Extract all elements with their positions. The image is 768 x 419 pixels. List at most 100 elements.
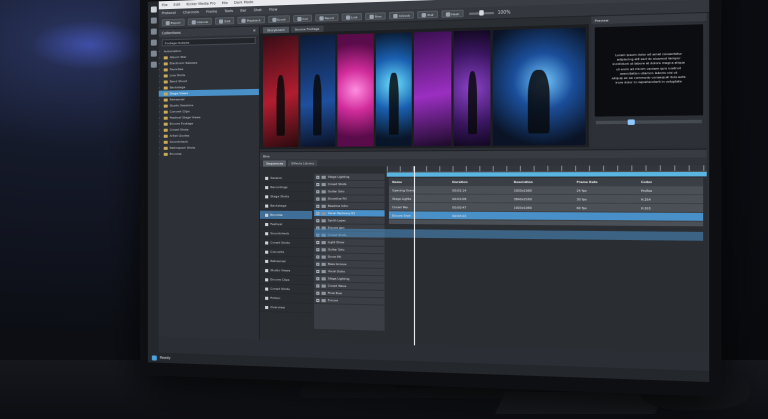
track-label[interactable]: Session <box>260 174 312 183</box>
frame-thumbnail[interactable] <box>376 32 412 146</box>
toolbar-button-pencil[interactable]: Pencil <box>315 14 338 22</box>
grid-header-cell[interactable]: Resolution <box>510 178 573 186</box>
toolbar-button-pull[interactable]: Pull <box>418 11 438 19</box>
checkbox[interactable] <box>316 183 319 186</box>
chevron-right-icon: › <box>159 86 162 90</box>
grid-header-cell[interactable]: Frame Rate <box>573 178 637 186</box>
menu-item-flow[interactable]: Flow <box>269 7 277 11</box>
checkbox[interactable] <box>316 219 319 222</box>
timeline-range-bar[interactable] <box>387 172 707 177</box>
folder-icon <box>164 110 168 113</box>
performer-figure <box>313 74 321 136</box>
track-label-text: Recordings <box>270 185 287 189</box>
grid-row[interactable]: Encore Shot 00:03:22 <box>389 211 703 222</box>
edit-icon[interactable] <box>150 29 156 35</box>
menu-item-bar[interactable]: Bar <box>240 8 246 12</box>
close-icon[interactable]: ✕ <box>253 29 256 33</box>
scroll-icon <box>272 17 276 21</box>
toolbar-button-playback[interactable]: Playback <box>237 16 264 24</box>
clip-row[interactable]: Stage Lighting <box>314 174 384 181</box>
collection-item-label: Encores <box>170 152 182 156</box>
audio-icon[interactable] <box>150 40 156 46</box>
checkbox[interactable] <box>316 240 319 243</box>
viewer-tab[interactable]: Storyboard <box>263 27 289 34</box>
menu-item-shot[interactable]: Shot <box>254 8 262 12</box>
track-label-text: Fiction <box>270 296 280 300</box>
grid-cell: Opening Scene <box>389 186 449 193</box>
viewer-tab[interactable]: Source Footage <box>291 26 324 33</box>
menu-item-protocol[interactable]: Protocol <box>162 11 176 15</box>
collection-item[interactable]: › Encores <box>159 150 259 157</box>
checkbox[interactable] <box>316 269 319 272</box>
preview-scrubber[interactable] <box>596 120 702 124</box>
toolbar-button-export[interactable]: Export <box>162 19 185 27</box>
track-label-text: Overview <box>270 305 285 309</box>
track-icon <box>265 278 268 281</box>
toolbar-button-label: Unlock <box>399 13 410 18</box>
folder-icon <box>164 116 168 119</box>
export-icon[interactable] <box>150 62 156 68</box>
track-label[interactable]: Recordings <box>260 183 312 192</box>
checkbox[interactable] <box>316 175 319 178</box>
chevron-right-icon: › <box>159 61 162 65</box>
toolbar-button-link[interactable]: Link <box>341 13 361 21</box>
track-label[interactable]: Soundcheck <box>260 229 312 239</box>
color-icon[interactable] <box>150 51 156 57</box>
checkbox[interactable] <box>316 204 319 207</box>
checkbox[interactable] <box>316 291 319 294</box>
collection-item-label: Favorites <box>170 67 184 71</box>
menu-item-channels[interactable]: Channels <box>183 10 199 15</box>
toolbar-button-trim[interactable]: Trim <box>365 12 386 20</box>
toolbar-button-edit[interactable]: Edit <box>215 17 234 25</box>
checkbox[interactable] <box>316 197 319 200</box>
checkbox[interactable] <box>316 284 319 287</box>
playhead[interactable] <box>414 166 415 345</box>
performer-figure <box>276 75 284 136</box>
frame-thumbnail[interactable] <box>338 33 374 146</box>
toolbar-button-interval[interactable]: Interval <box>188 18 213 26</box>
toolbar-button-scroll[interactable]: Scroll <box>268 15 290 23</box>
checkbox[interactable] <box>316 211 319 214</box>
track-label[interactable]: Overview <box>260 303 312 314</box>
app-icon <box>152 355 157 360</box>
collections-search-input[interactable]: Footage Outside <box>162 37 256 47</box>
menu-item-frame[interactable]: Frame <box>206 9 217 13</box>
frame-thumbnail[interactable] <box>263 36 298 148</box>
app-screen: File Edit Kicker Media Pro Mix Dark Mode Pro… <box>148 0 709 382</box>
track-label[interactable]: Festival <box>260 220 312 230</box>
toolbar-button-cut[interactable]: Cut <box>293 15 312 23</box>
frame-thumbnail[interactable] <box>414 31 451 146</box>
timeline-tab[interactable]: Effects Library <box>288 160 317 166</box>
clip-row[interactable]: Encore <box>314 297 384 306</box>
timeline-tab[interactable]: Sequences <box>263 160 286 166</box>
grid-cell <box>637 213 703 221</box>
checkbox[interactable] <box>316 262 319 265</box>
toolbar-button-hash[interactable]: Hash <box>441 10 464 18</box>
media-icon[interactable] <box>150 17 156 23</box>
track-label[interactable]: Stage Shots <box>260 192 312 201</box>
checkbox[interactable] <box>316 248 319 251</box>
frame-thumbnail[interactable] <box>453 30 491 146</box>
checkbox[interactable] <box>316 298 319 301</box>
toolbar-button-label: Edit <box>224 19 230 23</box>
frame-thumbnail[interactable] <box>300 35 335 147</box>
clip-row[interactable]: Crowd Shots <box>314 181 384 188</box>
grid-header-cell[interactable]: Name <box>389 178 449 185</box>
checkbox[interactable] <box>316 277 319 280</box>
edit-icon <box>219 19 223 23</box>
ambient-glow <box>30 20 150 70</box>
clip-name: Light Show <box>328 240 344 244</box>
checkbox[interactable] <box>316 190 319 193</box>
folder-icon <box>164 86 168 89</box>
checkbox[interactable] <box>316 255 319 258</box>
track-label[interactable]: Backstage <box>260 201 312 210</box>
clip-thumbnail-icon <box>322 255 326 258</box>
home-icon[interactable] <box>150 6 156 12</box>
menu-item-tools[interactable]: Tools <box>224 9 233 13</box>
grid-header-cell[interactable]: Duration <box>449 178 510 186</box>
zoom-slider[interactable] <box>470 11 495 14</box>
grid-header-cell[interactable]: Codec <box>637 178 703 186</box>
frame-thumbnail-wide[interactable] <box>493 28 585 146</box>
track-label[interactable]: Encores <box>260 211 312 221</box>
toolbar-button-unlock[interactable]: Unlock <box>389 11 414 19</box>
